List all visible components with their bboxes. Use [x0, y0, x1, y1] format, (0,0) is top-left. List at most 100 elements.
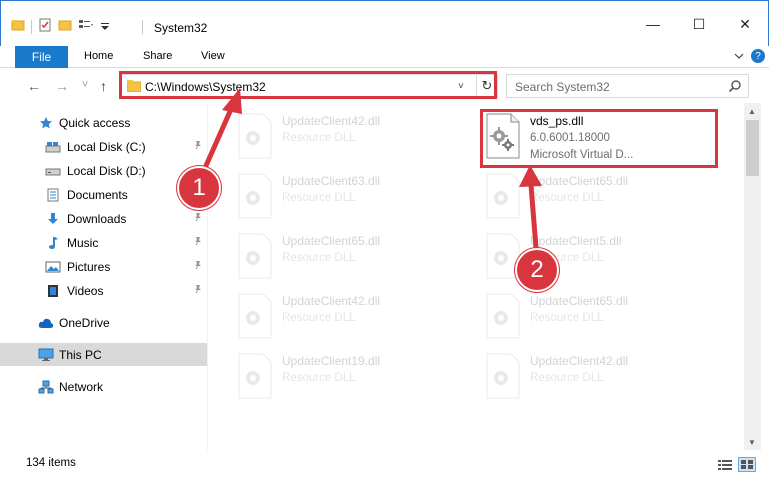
file-type: Resource DLL	[282, 192, 356, 204]
sidebar-item-label: OneDrive	[59, 315, 110, 330]
file-type: Resource DLL	[282, 252, 356, 264]
step-1-marker: 1	[177, 166, 221, 210]
step-2-marker: 2	[515, 248, 559, 292]
scroll-up-arrow-icon[interactable]: ▲	[748, 107, 756, 116]
window-title: System32	[154, 21, 208, 35]
expand-ribbon-icon[interactable]	[733, 50, 745, 62]
file-name: UpdateClient42.dll	[282, 114, 381, 128]
file-item[interactable]: UpdateClient63.dll Resource DLL	[235, 172, 475, 228]
item-count: 134 items	[26, 457, 76, 469]
file-type: Resource DLL	[530, 192, 604, 204]
back-button[interactable]: ←	[27, 78, 41, 94]
navigation-pane: Quick access Local Disk (C:) Local Disk …	[0, 103, 207, 450]
tiles-view-icon[interactable]	[738, 457, 756, 472]
drive-icon	[45, 139, 61, 155]
pin-icon[interactable]	[193, 212, 203, 225]
file-item[interactable]: UpdateClient65.dll Resource DLL	[235, 232, 475, 288]
file-item[interactable]: UpdateClient65.dll Resource DLL	[483, 172, 723, 228]
sidebar-item-label: Documents	[67, 187, 128, 202]
tab-view[interactable]: View	[201, 50, 225, 62]
file-item[interactable]: UpdateClient42.dll Resource DLL	[483, 352, 723, 408]
sidebar-item-label: Downloads	[67, 211, 127, 226]
vertical-scrollbar[interactable]: ▲ ▼	[744, 103, 761, 450]
sidebar-item-label: Network	[59, 379, 104, 394]
folder-icon[interactable]	[11, 18, 25, 35]
tab-file[interactable]: File	[15, 46, 68, 68]
title-bar: System32 — ☐ ✕	[0, 0, 769, 46]
file-item[interactable]: UpdateClient19.dll Resource DLL	[235, 352, 475, 408]
dll-gear-icon	[235, 172, 275, 220]
file-name: UpdateClient65.dll	[530, 174, 629, 188]
quick-access-toolbar	[11, 18, 110, 35]
file-name: UpdateClient65.dll	[282, 234, 381, 248]
film-strip-icon	[45, 283, 61, 299]
tab-home[interactable]: Home	[84, 50, 113, 62]
file-type: Resource DLL	[282, 132, 356, 144]
properties-icon[interactable]	[38, 18, 52, 35]
sidebar-item-label: Pictures	[67, 259, 111, 274]
sidebar-item-label: Local Disk (D:)	[67, 163, 146, 178]
dll-gear-icon	[483, 292, 523, 340]
sidebar-item-videos[interactable]: Videos	[0, 279, 207, 302]
up-button[interactable]: ↑	[100, 78, 107, 94]
sidebar-item-local-disk-c[interactable]: Local Disk (C:)	[0, 135, 207, 158]
network-icon	[38, 379, 54, 395]
sidebar-item-label: Videos	[67, 283, 104, 298]
sidebar-item-network[interactable]: Network	[0, 375, 207, 398]
recent-locations-button[interactable]: ˅	[82, 79, 88, 91]
dll-gear-icon	[235, 352, 275, 400]
file-name: UpdateClient19.dll	[282, 354, 381, 368]
dll-gear-icon	[483, 352, 523, 400]
sidebar-item-local-disk-d[interactable]: Local Disk (D:)	[0, 159, 207, 182]
pin-icon[interactable]	[193, 260, 203, 273]
details-view-icon[interactable]	[716, 457, 734, 472]
search-box[interactable]: Search System32	[506, 74, 749, 98]
pin-icon[interactable]	[193, 140, 203, 153]
address-highlight-box	[119, 71, 497, 99]
file-item[interactable]: UpdateClient65.dll Resource DLL	[483, 292, 723, 348]
close-button[interactable]: ✕	[722, 9, 768, 39]
search-icon[interactable]	[728, 79, 742, 96]
sidebar-item-music[interactable]: Music	[0, 231, 207, 254]
file-name: UpdateClient5.dll	[530, 234, 622, 248]
file-name: UpdateClient65.dll	[530, 294, 629, 308]
new-folder-icon[interactable]	[58, 18, 72, 35]
pin-icon[interactable]	[193, 236, 203, 249]
customize-toolbar-icon[interactable]	[100, 18, 110, 35]
file-highlight-box	[480, 109, 718, 168]
file-type: Resource DLL	[530, 312, 604, 324]
file-item[interactable]: UpdateClient42.dll Resource DLL	[235, 112, 475, 168]
file-name: UpdateClient42.dll	[282, 294, 381, 308]
scroll-thumb[interactable]	[746, 120, 759, 176]
minimize-button[interactable]: —	[630, 9, 676, 39]
dll-gear-icon	[235, 232, 275, 280]
sidebar-item-documents[interactable]: Documents	[0, 183, 207, 206]
file-name: UpdateClient42.dll	[530, 354, 629, 368]
sidebar-item-onedrive[interactable]: OneDrive	[0, 311, 207, 334]
search-placeholder[interactable]: Search System32	[515, 80, 610, 94]
maximize-button[interactable]: ☐	[676, 9, 722, 39]
download-arrow-icon	[45, 211, 61, 227]
help-icon[interactable]: ?	[751, 49, 765, 63]
view-options-icon[interactable]	[78, 18, 94, 35]
window-controls: — ☐ ✕	[630, 9, 768, 39]
drive-icon	[45, 163, 61, 179]
file-name: UpdateClient63.dll	[282, 174, 381, 188]
sidebar-item-downloads[interactable]: Downloads	[0, 207, 207, 230]
music-note-icon	[45, 235, 61, 251]
file-item[interactable]: UpdateClient42.dll Resource DLL	[235, 292, 475, 348]
sidebar-item-pictures[interactable]: Pictures	[0, 255, 207, 278]
computer-icon	[38, 347, 54, 363]
forward-button[interactable]: →	[55, 78, 69, 94]
sidebar-item-quick-access[interactable]: Quick access	[0, 111, 207, 134]
cloud-icon	[38, 315, 54, 331]
file-type: Resource DLL	[282, 372, 356, 384]
dll-gear-icon	[483, 172, 523, 220]
tab-share[interactable]: Share	[143, 50, 172, 62]
sidebar-item-label: Music	[67, 235, 99, 250]
sidebar-item-this-pc[interactable]: This PC	[0, 343, 207, 366]
sidebar-item-label: Local Disk (C:)	[67, 139, 146, 154]
dll-gear-icon	[235, 112, 275, 160]
pin-icon[interactable]	[193, 284, 203, 297]
scroll-down-arrow-icon[interactable]: ▼	[748, 438, 756, 447]
